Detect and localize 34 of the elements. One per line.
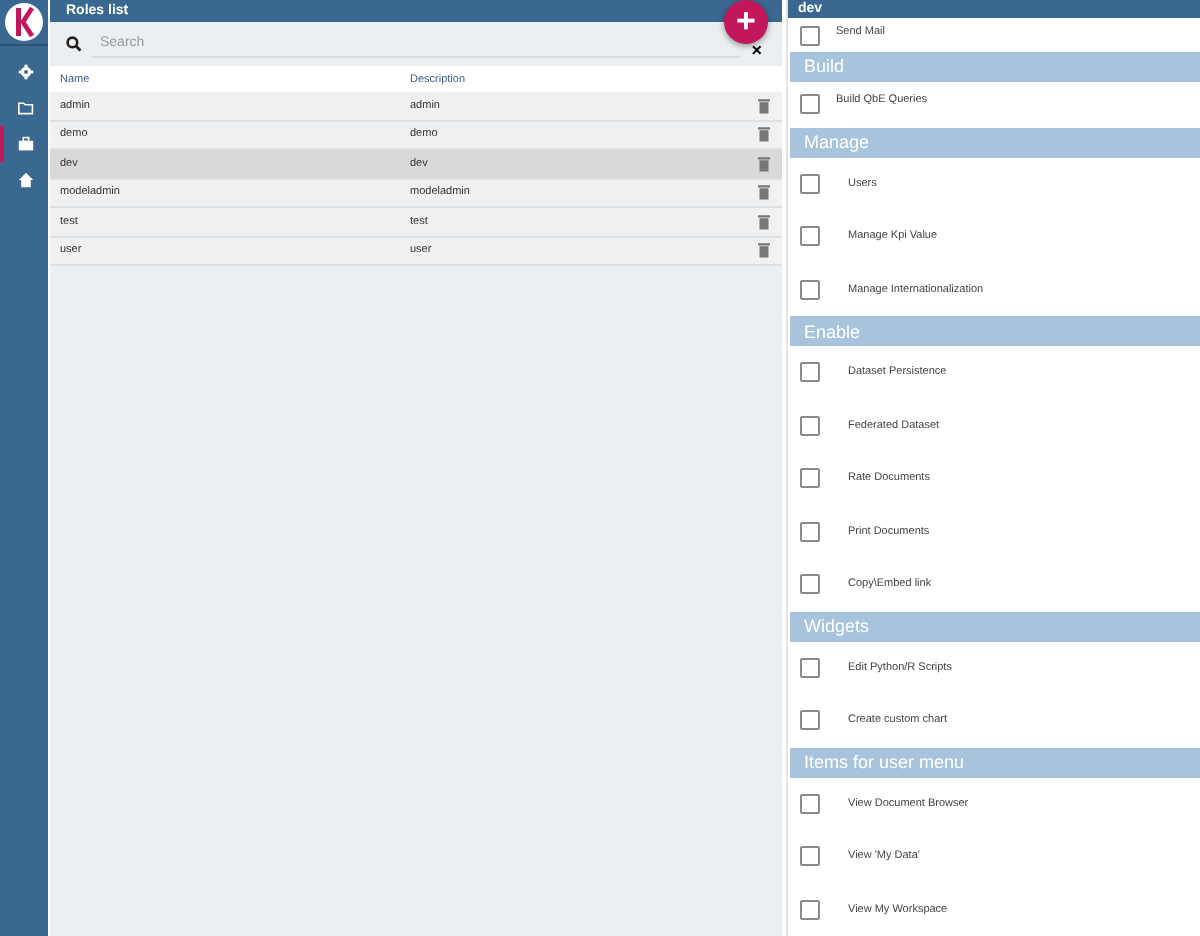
gear-icon: [18, 64, 34, 80]
section-header: Enable: [790, 316, 1200, 346]
home-icon: [18, 172, 34, 188]
folder-icon: [18, 100, 34, 116]
checkbox[interactable]: [800, 846, 820, 867]
trash-icon[interactable]: [758, 184, 770, 201]
checkbox[interactable]: [800, 279, 820, 300]
checkbox[interactable]: [800, 574, 820, 595]
checkbox[interactable]: [800, 468, 820, 489]
checkbox[interactable]: [800, 657, 820, 678]
clear-button[interactable]: ×: [747, 40, 766, 60]
search-icon: [66, 36, 82, 52]
section-header: Items for user menu: [790, 747, 1200, 777]
trash-icon[interactable]: [758, 97, 770, 114]
checkbox[interactable]: [800, 362, 820, 383]
briefcase-icon: [18, 136, 34, 152]
checkbox[interactable]: [800, 793, 820, 814]
section-header: Build: [790, 51, 1200, 81]
checkbox[interactable]: [800, 899, 820, 920]
trash-icon[interactable]: [758, 126, 770, 143]
trash-icon[interactable]: [758, 155, 770, 172]
checkbox[interactable]: [800, 173, 820, 194]
checkbox[interactable]: [800, 25, 820, 45]
section-header: Widgets: [790, 611, 1200, 641]
checkbox[interactable]: [800, 521, 820, 542]
checkbox[interactable]: [800, 710, 820, 731]
checkbox[interactable]: [800, 415, 820, 436]
section-header: Manage: [790, 127, 1200, 157]
logo-icon: [4, 2, 44, 42]
add-button[interactable]: +: [724, 0, 768, 44]
trash-icon[interactable]: [758, 242, 770, 259]
checkbox[interactable]: [800, 94, 820, 114]
trash-icon[interactable]: [758, 213, 770, 230]
checkbox[interactable]: [800, 226, 820, 247]
